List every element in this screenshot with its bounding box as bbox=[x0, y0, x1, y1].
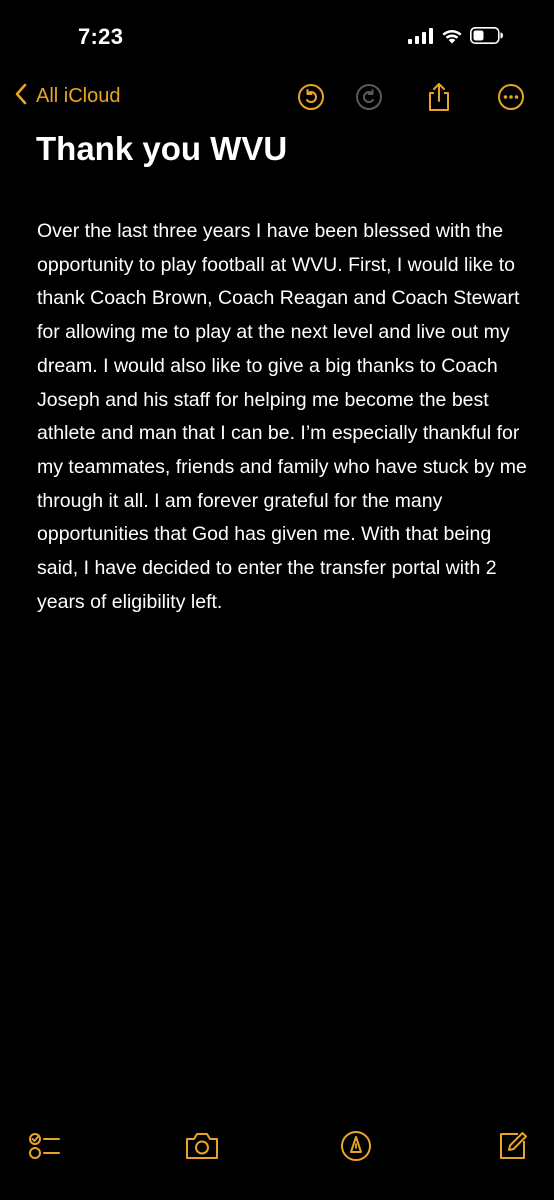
redo-button[interactable] bbox=[354, 82, 384, 116]
chevron-left-icon bbox=[14, 82, 28, 111]
status-icons bbox=[408, 27, 504, 49]
markup-icon bbox=[340, 1130, 372, 1167]
battery-icon bbox=[470, 27, 504, 49]
back-label: All iCloud bbox=[36, 85, 121, 107]
redo-icon bbox=[355, 83, 383, 116]
compose-button[interactable] bbox=[492, 1128, 532, 1168]
nav-bar: All iCloud bbox=[0, 78, 554, 122]
wifi-icon bbox=[441, 28, 463, 49]
undo-icon bbox=[297, 83, 325, 116]
undo-button[interactable] bbox=[296, 82, 326, 116]
status-time: 7:23 bbox=[78, 24, 124, 49]
share-icon bbox=[426, 81, 452, 118]
more-icon bbox=[497, 83, 525, 116]
note-title[interactable]: Thank you WVU bbox=[36, 130, 287, 168]
camera-button[interactable] bbox=[182, 1128, 222, 1168]
more-button[interactable] bbox=[496, 82, 526, 116]
bottom-toolbar bbox=[0, 1126, 554, 1170]
back-button[interactable]: All iCloud bbox=[14, 82, 120, 111]
checklist-icon bbox=[28, 1130, 62, 1167]
camera-icon bbox=[184, 1131, 220, 1166]
checklist-button[interactable] bbox=[25, 1128, 65, 1168]
share-button[interactable] bbox=[424, 82, 454, 116]
note-body[interactable]: Over the last three years I have been bl… bbox=[37, 215, 527, 619]
compose-icon bbox=[496, 1130, 528, 1167]
status-bar: 7:23 bbox=[0, 0, 554, 70]
cellular-signal-icon bbox=[408, 27, 434, 49]
markup-button[interactable] bbox=[336, 1128, 376, 1168]
home-indicator bbox=[0, 1170, 554, 1200]
